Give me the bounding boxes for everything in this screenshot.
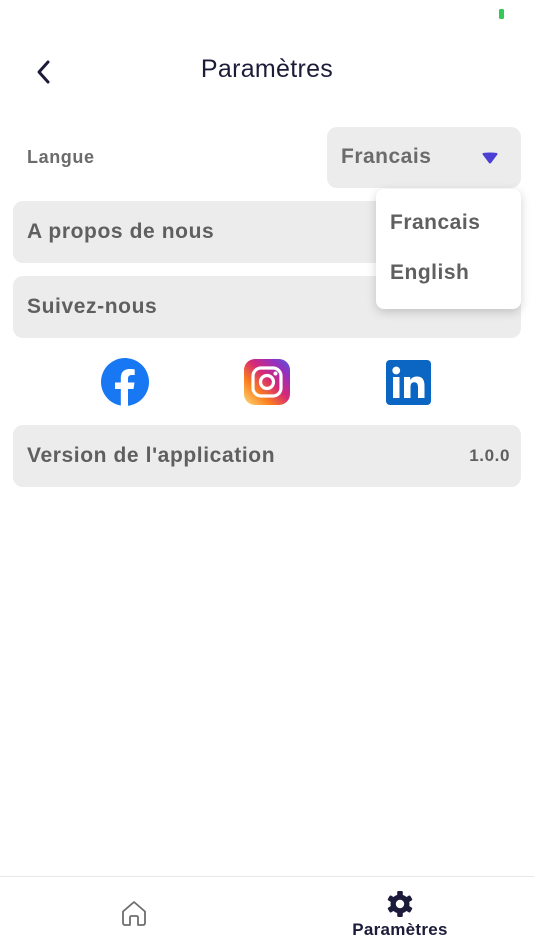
home-icon [122, 901, 146, 926]
linkedin-icon[interactable] [386, 360, 431, 405]
nav-settings-label: Paramètres [352, 920, 448, 939]
app-version-label: Version de l'application [27, 444, 276, 467]
language-label: Langue [27, 147, 95, 167]
caret-down-icon [482, 152, 498, 164]
header: Paramètres [0, 40, 534, 100]
nav-settings-tab[interactable]: Paramètres [340, 885, 460, 949]
language-dropdown: Francais English [376, 189, 521, 309]
language-option-francais[interactable]: Francais [390, 211, 480, 235]
bottom-nav: Paramètres [0, 876, 534, 950]
app-version-row: Version de l'application 1.0.0 [13, 425, 521, 487]
app-version-value: 1.0.0 [469, 446, 510, 465]
gear-icon [387, 891, 413, 917]
page-title: Paramètres [200, 55, 334, 83]
nav-home-tab[interactable] [118, 897, 150, 929]
instagram-icon[interactable] [244, 359, 290, 405]
follow-us-label: Suivez-nous [27, 295, 158, 318]
battery-icon [499, 9, 504, 19]
language-select-value: Francais [341, 145, 432, 168]
about-us-label: A propos de nous [27, 220, 215, 243]
language-option-english[interactable]: English [390, 261, 469, 285]
facebook-icon[interactable] [101, 358, 149, 406]
language-select[interactable]: Francais [327, 127, 521, 188]
